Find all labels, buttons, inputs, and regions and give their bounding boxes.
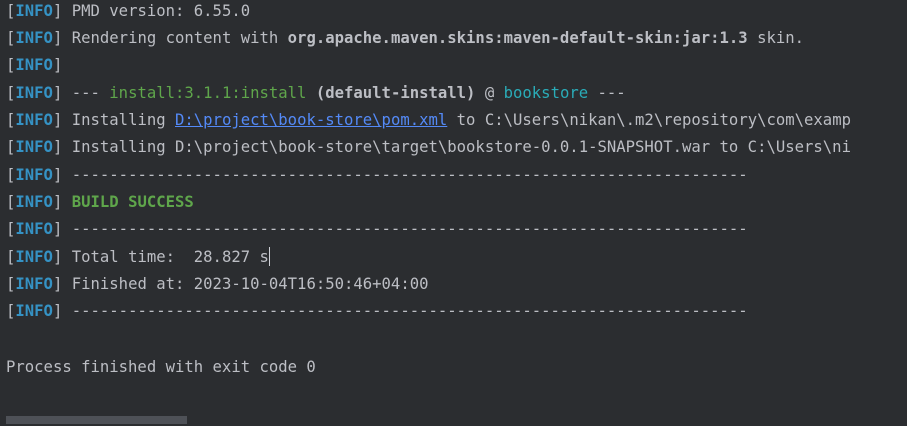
text-caret <box>268 247 270 266</box>
at-sign: @ <box>475 84 504 102</box>
project-name: bookstore <box>503 84 589 102</box>
log-line: [INFO] BUILD SUCCESS <box>6 193 194 211</box>
log-line: [INFO] ---------------------------------… <box>6 220 748 238</box>
log-line: [INFO] ---------------------------------… <box>6 166 748 184</box>
separator-line: ----------------------------------------… <box>71 166 748 184</box>
log-line: [INFO] Total time: 28.827 s <box>6 247 270 266</box>
log-line: [INFO] <box>6 56 63 74</box>
log-level: INFO <box>15 275 53 293</box>
log-level: INFO <box>15 56 53 74</box>
separator-line: ----------------------------------------… <box>71 302 748 320</box>
total-time: Total time: 28.827 s <box>71 248 269 266</box>
plugin-goal: install:3.1.1:install <box>109 84 307 102</box>
exit-message: Process finished with exit code 0 <box>6 358 316 376</box>
separator-line: ----------------------------------------… <box>71 220 748 238</box>
log-line: [INFO] ---------------------------------… <box>6 302 748 320</box>
pom-file-link[interactable]: D:\project\book-store\pom.xml <box>175 111 447 129</box>
execution-id: (default-install) <box>306 84 476 102</box>
dashes-close: --- <box>588 84 626 102</box>
log-level: INFO <box>15 29 53 47</box>
log-message: Installing D:\project\book-store\target\… <box>71 138 851 156</box>
log-line: [INFO] --- install:3.1.1:install (defaul… <box>6 84 626 102</box>
log-message: PMD version: 6.55.0 <box>71 2 251 20</box>
log-level: INFO <box>15 2 53 20</box>
log-level: INFO <box>15 166 53 184</box>
log-level: INFO <box>15 220 53 238</box>
log-line: [INFO] PMD version: 6.55.0 <box>6 2 251 20</box>
skin-name: org.apache.maven.skins:maven-default-ski… <box>287 29 748 47</box>
log-line: [INFO] Installing D:\project\book-store\… <box>6 138 851 156</box>
log-line: [INFO] Installing D:\project\book-store\… <box>6 111 851 129</box>
log-message-prefix: Installing <box>71 111 176 129</box>
log-level: INFO <box>15 138 53 156</box>
log-line: [INFO] Rendering content with org.apache… <box>6 29 805 47</box>
log-message-suffix: to C:\Users\nikan\.m2\repository\com\exa… <box>447 111 851 129</box>
dashes-open: --- <box>71 84 110 102</box>
log-level: INFO <box>15 84 53 102</box>
log-level: INFO <box>15 111 53 129</box>
build-status: BUILD SUCCESS <box>71 193 194 211</box>
log-message-prefix: Rendering content with <box>71 29 288 47</box>
log-message-suffix: skin. <box>747 29 805 47</box>
log-level: INFO <box>15 193 53 211</box>
log-level: INFO <box>15 302 53 320</box>
finished-at: Finished at: 2023-10-04T16:50:46+04:00 <box>71 275 429 293</box>
log-level: INFO <box>15 248 53 266</box>
console-output[interactable]: [INFO] PMD version: 6.55.0 [INFO] Render… <box>0 0 907 426</box>
log-line: [INFO] Finished at: 2023-10-04T16:50:46+… <box>6 275 429 293</box>
horizontal-scrollbar[interactable] <box>6 416 187 424</box>
